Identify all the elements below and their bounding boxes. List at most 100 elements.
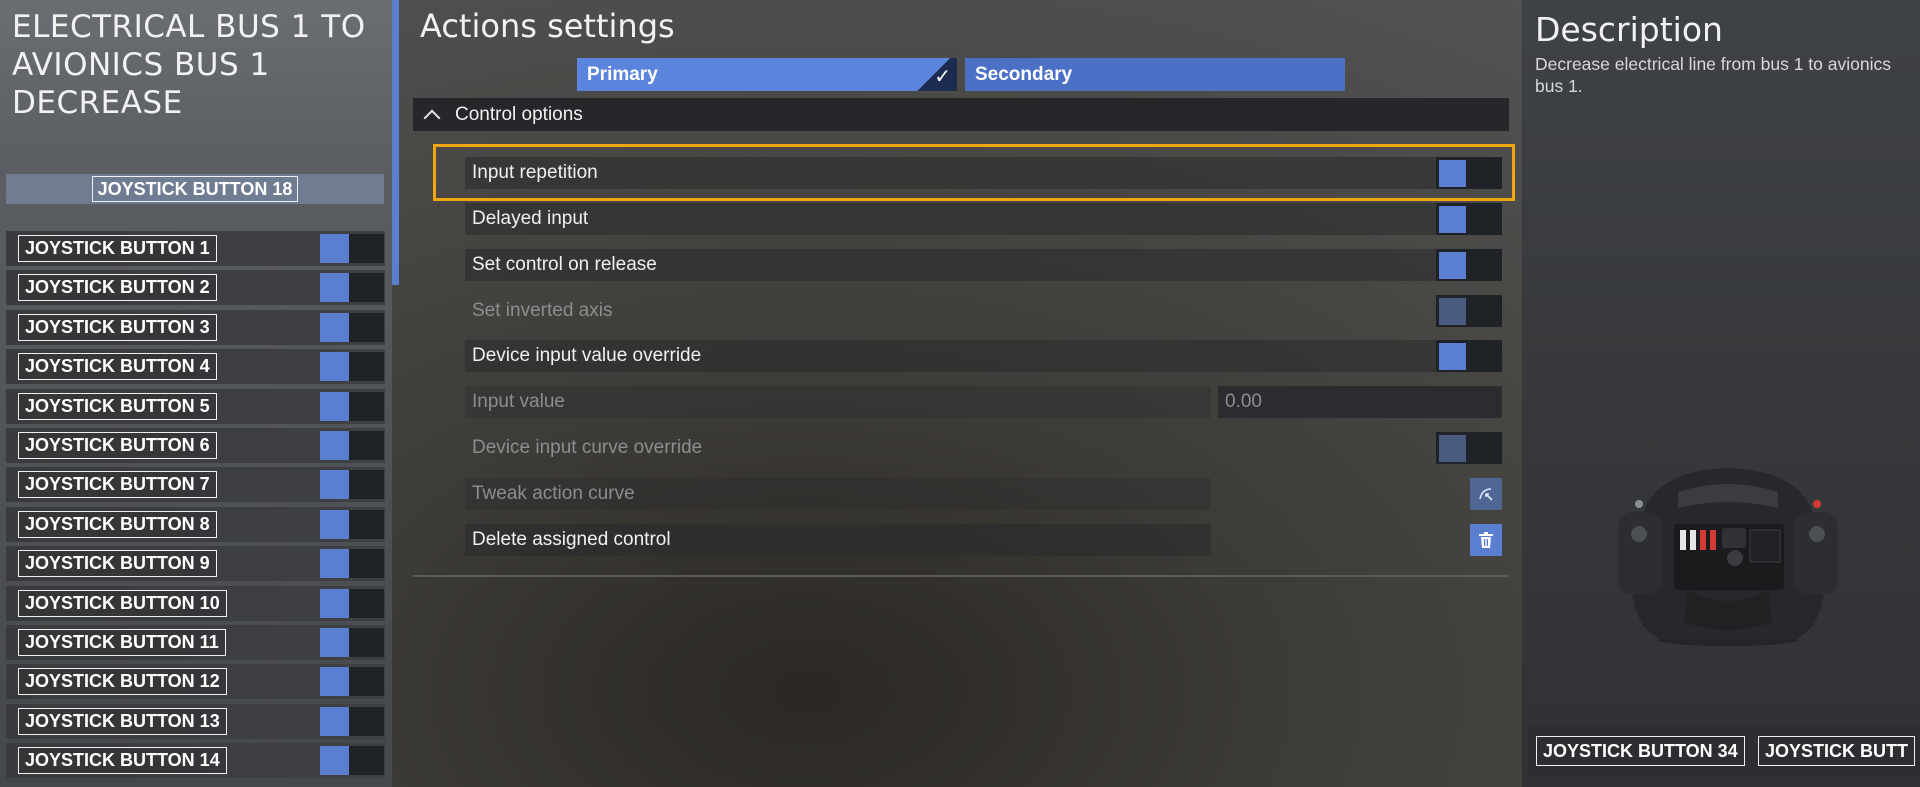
binding-toggle[interactable] [320, 549, 384, 579]
set-inverted-axis-toggle [1436, 295, 1502, 327]
binding-key-label: JOYSTICK BUTTON 4 [18, 353, 217, 381]
binding-row[interactable]: JOYSTICK BUTTON 11 [6, 624, 385, 660]
binding-key-label: JOYSTICK BUTTON 13 [18, 707, 227, 735]
binding-key-label: JOYSTICK BUTTON 8 [18, 510, 217, 538]
binding-row[interactable]: JOYSTICK BUTTON 13 [6, 703, 385, 739]
option-delete-assigned-control[interactable]: Delete assigned control [465, 524, 1211, 556]
option-device-input-value-override[interactable]: Device input value override [465, 340, 1502, 372]
binding-row[interactable]: JOYSTICK BUTTON 8 [6, 506, 385, 542]
description-panel: Description Decrease electrical line fro… [1522, 0, 1920, 787]
curve-icon [1479, 488, 1493, 501]
yoke-controller-image [1618, 468, 1838, 646]
binding-toggle[interactable] [320, 273, 384, 303]
option-input-repetition[interactable]: Input repetition [465, 157, 1502, 189]
binding-row[interactable]: JOYSTICK BUTTON 9 [6, 546, 385, 582]
option-label: Input value [472, 391, 565, 412]
tab-secondary-label: Secondary [975, 63, 1073, 85]
binding-toggle[interactable] [320, 391, 384, 421]
binding-toggle[interactable] [320, 706, 384, 736]
binding-row[interactable]: JOYSTICK BUTTON 2 [6, 270, 385, 306]
chevron-up-icon [423, 109, 441, 126]
binding-key-label: JOYSTICK BUTTON 5 [18, 392, 217, 420]
trash-icon [1479, 532, 1493, 548]
binding-toggle[interactable] [320, 746, 384, 776]
binding-toggle[interactable] [320, 509, 384, 539]
toggle-knob [320, 430, 349, 460]
option-delayed-input[interactable]: Delayed input [465, 203, 1502, 235]
row-background [465, 386, 1211, 418]
binding-row[interactable]: JOYSTICK BUTTON 7 [6, 467, 385, 503]
option-label: Input repetition [472, 162, 598, 183]
toggle-knob [320, 312, 349, 342]
binding-key-label[interactable]: JOYSTICK BUTTON 34 [1536, 736, 1745, 766]
binding-toggle[interactable] [320, 234, 384, 263]
binding-list: JOYSTICK BUTTON 1 JOYSTICK BUTTON 2 JOYS… [6, 231, 385, 782]
row-background [465, 157, 1502, 189]
input-value-field: 0.00 [1218, 386, 1502, 418]
option-label: Delayed input [472, 208, 589, 229]
section-divider [413, 575, 1509, 577]
binding-key-label: JOYSTICK BUTTON 1 [18, 235, 217, 262]
section-label: Control options [455, 103, 583, 125]
input-repetition-toggle[interactable] [1436, 157, 1502, 189]
toggle-knob [320, 667, 349, 697]
page-title: Actions settings [420, 7, 675, 45]
toggle-knob [320, 470, 349, 500]
toggle-knob [320, 391, 349, 421]
toggle-knob [320, 549, 349, 579]
option-label: Set control on release [472, 254, 657, 275]
control-options-header[interactable]: Control options [413, 98, 1509, 131]
option-tweak-action-curve: Tweak action curve [465, 478, 1211, 510]
current-binding-bar[interactable]: JOYSTICK BUTTON 18 [6, 174, 384, 204]
tab-primary-label: Primary [587, 63, 658, 85]
binding-toggle[interactable] [320, 430, 384, 460]
binding-toggle[interactable] [320, 312, 384, 342]
option-set-control-on-release[interactable]: Set control on release [465, 249, 1502, 281]
toggle-knob [1439, 298, 1466, 325]
toggle-knob [320, 706, 349, 736]
binding-toggle[interactable] [320, 588, 384, 618]
binding-row[interactable]: JOYSTICK BUTTON 1 [6, 231, 385, 266]
binding-toggle[interactable] [320, 627, 384, 657]
option-label: Device input value override [472, 345, 702, 366]
binding-key-label: JOYSTICK BUTTON 14 [18, 747, 227, 775]
toggle-knob [320, 234, 349, 263]
toggle-knob [320, 588, 349, 618]
tweak-curve-button [1470, 478, 1502, 510]
binding-toggle[interactable] [320, 667, 384, 697]
option-label: Set inverted axis [472, 300, 613, 321]
toggle-knob [320, 509, 349, 539]
tab-secondary[interactable]: Secondary [965, 58, 1345, 91]
binding-row[interactable]: JOYSTICK BUTTON 14 [6, 743, 385, 779]
binding-row[interactable]: JOYSTICK BUTTON 10 [6, 585, 385, 621]
binding-key-label: JOYSTICK BUTTON 11 [18, 628, 226, 656]
tab-primary[interactable]: Primary ✓ [577, 58, 957, 91]
binding-toggle[interactable] [320, 352, 384, 382]
selected-corner: ✓ [911, 58, 957, 91]
binding-key-label: JOYSTICK BUTTON 2 [18, 274, 217, 302]
binding-key-label: JOYSTICK BUTTON 3 [18, 313, 217, 341]
toggle-knob [1439, 206, 1466, 233]
binding-key-label: JOYSTICK BUTTON 6 [18, 431, 217, 459]
binding-row[interactable]: JOYSTICK BUTTON 12 [6, 664, 385, 700]
binding-row[interactable]: JOYSTICK BUTTON 5 [6, 388, 385, 424]
scrollbar-thumb[interactable] [392, 0, 399, 285]
toggle-knob [320, 273, 349, 303]
row-background [465, 203, 1502, 235]
option-device-input-curve-override: Device input curve override [465, 432, 1502, 464]
binding-row[interactable]: JOYSTICK BUTTON 6 [6, 427, 385, 463]
toggle-knob [320, 746, 349, 776]
toggle-knob [1439, 435, 1466, 462]
delete-control-button[interactable] [1470, 524, 1502, 556]
binding-toggle[interactable] [320, 470, 384, 500]
device-input-curve-override-toggle [1436, 432, 1502, 464]
set-control-on-release-toggle[interactable] [1436, 249, 1502, 281]
option-label: Device input curve override [472, 437, 703, 458]
binding-key-label[interactable]: JOYSTICK BUTT [1758, 736, 1916, 766]
right-binding-list: JOYSTICK BUTTON 34 JOYSTICK BUTT [1528, 725, 1920, 777]
device-input-value-override-toggle[interactable] [1436, 340, 1502, 372]
delayed-input-toggle[interactable] [1436, 203, 1502, 235]
binding-row[interactable]: JOYSTICK BUTTON 4 [6, 349, 385, 385]
binding-row[interactable]: JOYSTICK BUTTON 3 [6, 309, 385, 345]
option-input-value: Input value [465, 386, 1211, 418]
